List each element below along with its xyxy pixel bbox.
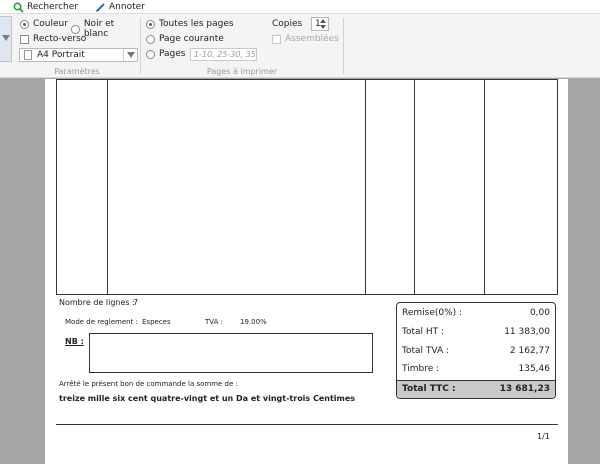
nb-label: NB : (65, 337, 84, 346)
vat-value: 19.00% (240, 318, 267, 326)
all-pages-radio[interactable] (146, 19, 155, 29)
annotate-button-label: Annoter (109, 2, 145, 12)
nb-box (89, 333, 373, 373)
page-number: 1/1 (537, 432, 550, 441)
grand-total-row: Total TTC : 13 681,23 (397, 380, 555, 398)
increment-icon[interactable] (320, 19, 326, 23)
pages-group: Toutes les pages Page courante Pages 1-1… (141, 14, 343, 78)
grand-total-label: Total TTC : (402, 384, 456, 394)
totals-box: Remise(0%) : 0,00 Total HT : 11 383,00 T… (396, 302, 556, 399)
document-page: Nombre de lignes : 7 Mode de reglement :… (45, 79, 568, 464)
footer-divider (56, 424, 558, 425)
search-button[interactable]: Rechercher (13, 1, 78, 13)
chevron-down-icon (2, 35, 10, 41)
annotate-button[interactable]: Annoter (95, 1, 145, 13)
totals-row: Timbre : 135,46 (397, 361, 555, 379)
print-preview[interactable]: Nombre de lignes : 7 Mode de reglement :… (0, 79, 600, 464)
current-page-radio[interactable] (146, 34, 155, 44)
amount-in-words: treize mille six cent quatre-vingt et un… (59, 394, 356, 403)
top-toolbar: Rechercher Annoter (0, 0, 600, 14)
stamp-value: 135,46 (518, 364, 551, 374)
grand-total-value: 13 681,23 (499, 384, 550, 394)
chevron-down-icon (126, 52, 135, 58)
all-pages-label: Toutes les pages (159, 19, 234, 29)
copies-spin-buttons[interactable] (320, 17, 328, 31)
total-ht-value: 11 383,00 (504, 327, 550, 337)
table-column-divider (365, 80, 366, 294)
table-column-divider (484, 80, 485, 294)
items-table (56, 79, 558, 295)
total-tva-label: Total TVA : (402, 346, 450, 356)
vat-label: TVA : (205, 318, 223, 326)
duplex-option[interactable]: Recto-verso (20, 34, 86, 44)
search-button-label: Rechercher (27, 2, 78, 12)
all-pages-option[interactable]: Toutes les pages (146, 19, 234, 29)
color-option-label: Couleur (33, 19, 68, 29)
copies-label: Copies (272, 19, 303, 29)
paper-size-value: A4 Portrait (37, 50, 85, 60)
discount-label: Remise(0%) : (402, 308, 463, 318)
pages-range-label: Pages (159, 49, 186, 59)
paper-dropdown-button[interactable] (123, 49, 137, 61)
pages-caption: Pages à imprimer (206, 67, 278, 76)
line-count-value: 7 (133, 298, 139, 307)
params-caption: Paramètres (54, 67, 100, 76)
totals-row: Remise(0%) : 0,00 (397, 305, 555, 323)
totals-row: Total TVA : 2 162,77 (397, 343, 555, 361)
payment-mode-value: Especes (142, 318, 171, 326)
params-group: Couleur Noir et blanc Recto-verso A4 Por… (14, 14, 140, 78)
table-column-divider (414, 80, 415, 294)
current-page-label: Page courante (159, 34, 224, 44)
color-radio[interactable] (20, 19, 29, 29)
total-tva-value: 2 162,77 (509, 346, 550, 356)
totals-row: Total HT : 11 383,00 (397, 324, 555, 342)
pages-range-option[interactable]: Pages (146, 49, 185, 59)
print-settings-ribbon: Couleur Noir et blanc Recto-verso A4 Por… (0, 14, 600, 78)
color-option[interactable]: Couleur (20, 19, 68, 29)
collate-label: Assemblées (285, 34, 339, 44)
ribbon-collapse-handle[interactable] (0, 16, 12, 62)
paper-size-select[interactable]: A4 Portrait (19, 48, 138, 62)
pen-icon (95, 2, 106, 13)
group-divider (343, 18, 344, 74)
duplex-label: Recto-verso (33, 34, 87, 44)
collate-option[interactable]: Assemblées (272, 34, 339, 44)
total-ht-label: Total HT : (402, 327, 445, 337)
search-icon (13, 1, 24, 13)
payment-mode-label: Mode de reglement : (65, 318, 138, 326)
bw-radio[interactable] (71, 24, 80, 34)
table-column-divider (107, 80, 108, 294)
bw-option-label: Noir et blanc (83, 19, 115, 39)
document-icon (24, 50, 32, 60)
pages-range-input[interactable]: 1-10, 25-30, 35 (190, 48, 257, 61)
amount-intro: Arrêté le présent bon de commande la som… (59, 380, 238, 388)
line-count-label: Nombre de lignes : (59, 298, 135, 307)
current-page-option[interactable]: Page courante (146, 34, 224, 44)
collate-checkbox[interactable] (272, 34, 281, 44)
decrement-icon[interactable] (320, 25, 326, 29)
stamp-label: Timbre : (402, 364, 440, 374)
discount-value: 0,00 (529, 308, 550, 318)
duplex-checkbox[interactable] (20, 34, 29, 44)
pages-range-radio[interactable] (146, 49, 155, 59)
